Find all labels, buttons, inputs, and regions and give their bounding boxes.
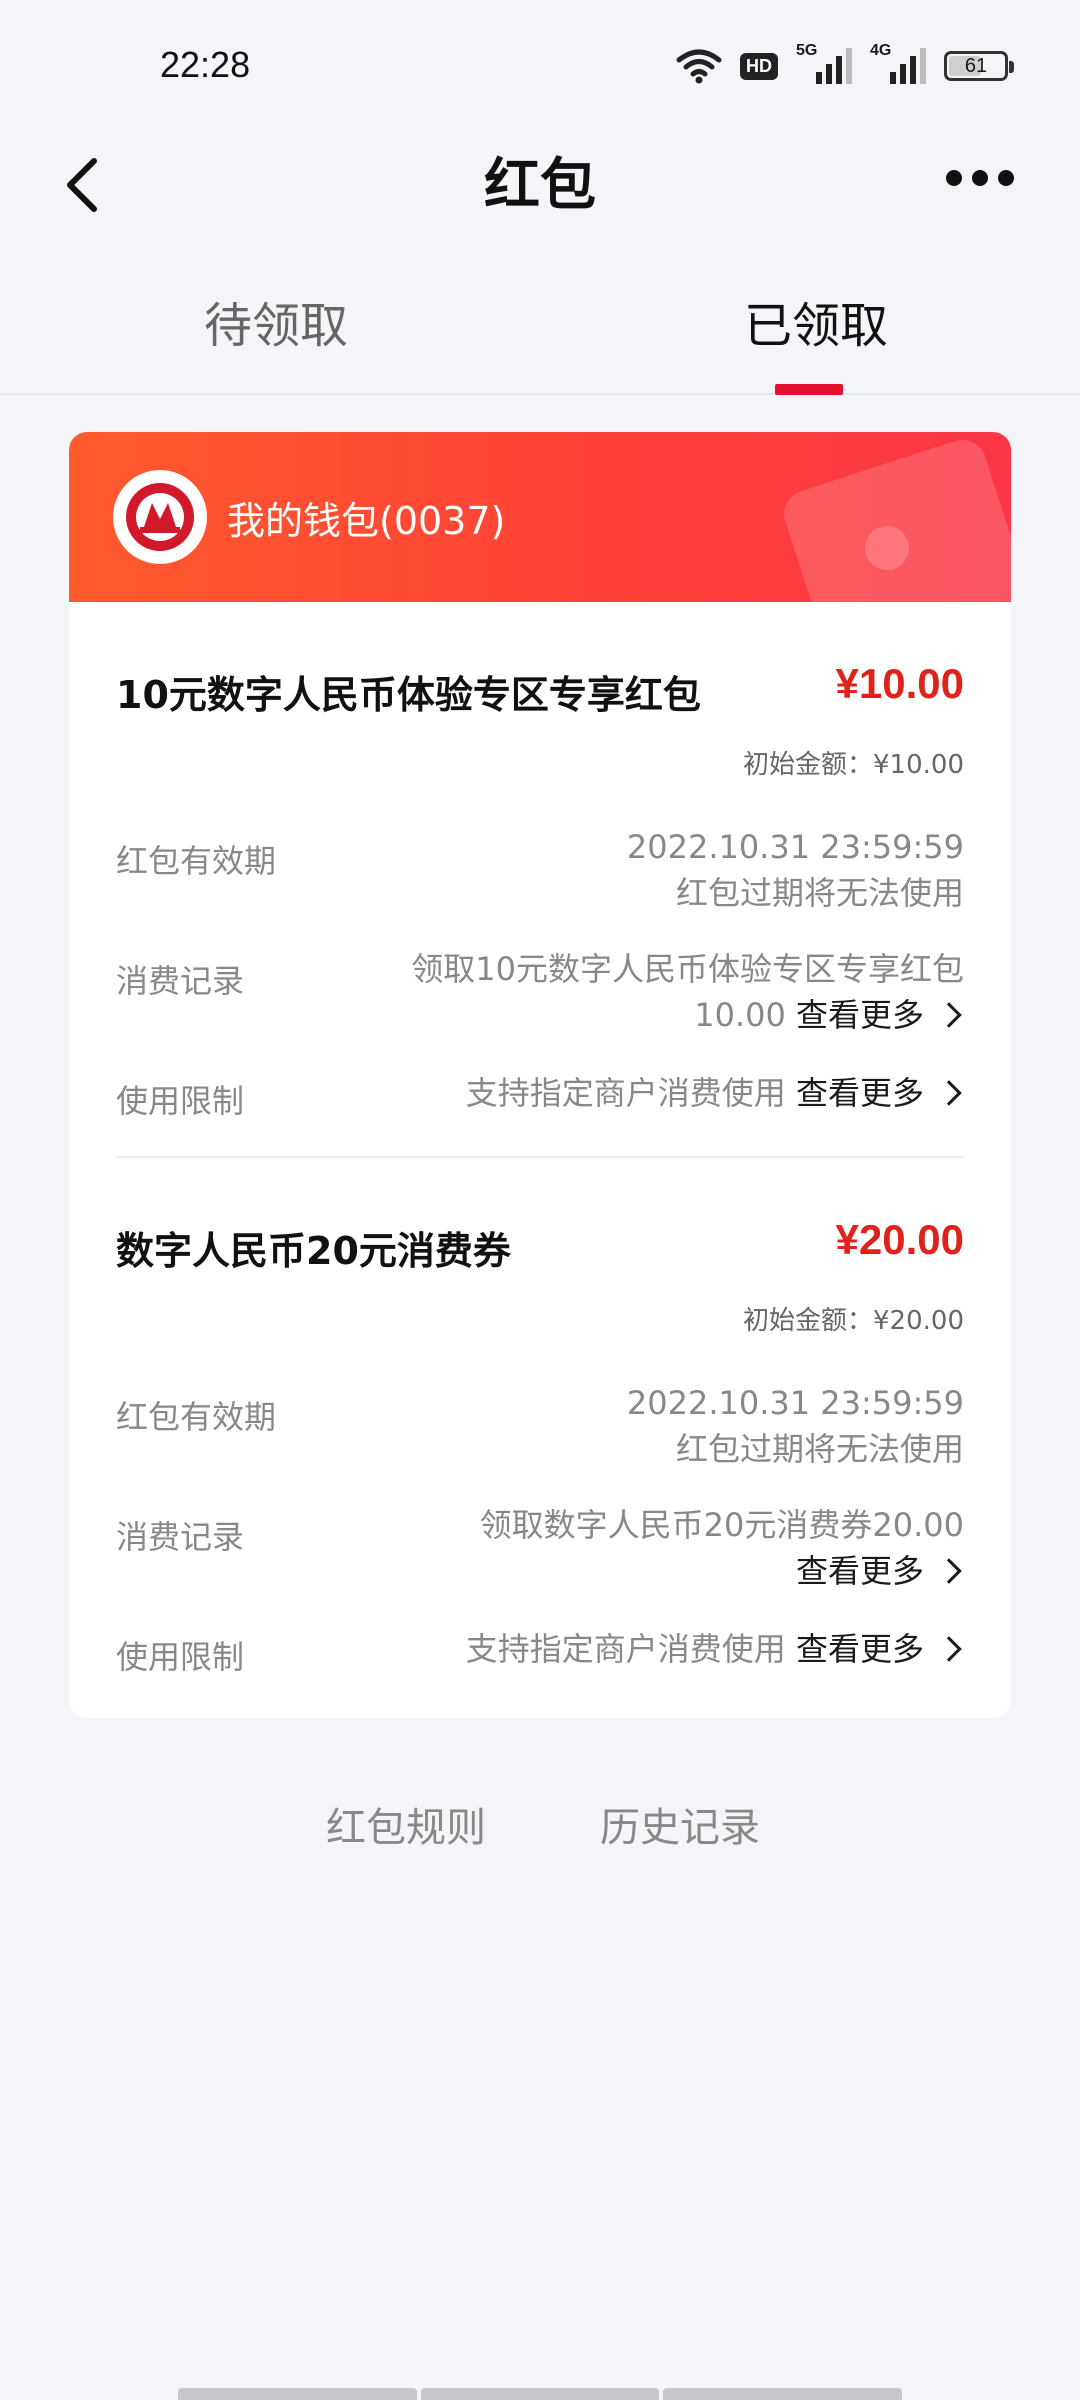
packet-item: 10元数字人民币体验专区专享红包 ¥10.00 初始金额：¥10.00 红包有效… xyxy=(116,660,964,1144)
limit-label: 使用限制 xyxy=(116,1082,245,1120)
more-dots-icon xyxy=(946,170,962,186)
wallet-header: 我的钱包(0037) xyxy=(69,432,1011,602)
signal-5g-label: 5G xyxy=(796,42,818,59)
record-value: 领取数字人民币20元消费券20.00 查看更多 xyxy=(480,1502,964,1594)
history-link[interactable]: 历史记录 xyxy=(600,1795,760,1853)
validity-label: 红包有效期 xyxy=(116,842,277,880)
validity-date: 2022.10.31 23:59:59 xyxy=(626,1384,964,1422)
bank-logo-icon xyxy=(113,470,207,564)
see-more-label: 查看更多 xyxy=(795,996,924,1034)
wallet-card: 我的钱包(0037) 10元数字人民币体验专区专享红包 ¥10.00 初始金额：… xyxy=(69,432,1011,1718)
tab-active-indicator xyxy=(775,384,843,395)
limit-text: 支持指定商户消费使用 xyxy=(465,1074,786,1112)
record-value: 领取10元数字人民币体验专区专享红包 10.00 查看更多 xyxy=(411,946,964,1038)
validity-value: 2022.10.31 23:59:59 红包过期将无法使用 xyxy=(627,1380,964,1472)
battery-icon: 61 xyxy=(944,51,1014,81)
decoration-dot xyxy=(865,526,909,570)
tab-pending[interactable]: 待领取 xyxy=(204,286,348,356)
record-amount: 10.00 xyxy=(694,996,786,1034)
packet-title: 10元数字人民币体验专区专享红包 xyxy=(116,673,701,717)
record-text: 领取数字人民币20元消费券20.00 xyxy=(479,1506,964,1544)
more-button[interactable] xyxy=(946,170,1014,186)
record-label: 消费记录 xyxy=(116,1518,245,1556)
validity-note: 红包过期将无法使用 xyxy=(675,1430,964,1468)
packet-amount: ¥10.00 xyxy=(835,660,964,707)
packet-item: 数字人民币20元消费券 ¥20.00 初始金额：¥20.00 红包有效期 202… xyxy=(116,1216,964,1700)
chevron-right-icon xyxy=(936,1558,962,1584)
chevron-right-icon xyxy=(936,1080,962,1106)
see-more-label: 查看更多 xyxy=(795,1552,924,1590)
limit-see-more-link[interactable]: 查看更多 xyxy=(796,1070,964,1116)
gesture-bar[interactable] xyxy=(178,2388,903,2400)
validity-date: 2022.10.31 23:59:59 xyxy=(626,828,964,866)
status-time: 22:28 xyxy=(160,44,251,85)
status-icons: HD 5G 4G 61 xyxy=(676,42,1014,86)
rules-link[interactable]: 红包规则 xyxy=(326,1795,486,1853)
status-bar: 22:28 HD 5G 4G 61 xyxy=(0,0,1080,130)
signal-5g-icon: 5G xyxy=(796,42,852,84)
nav-header: 红包 xyxy=(0,130,1080,240)
record-see-more-link[interactable]: 查看更多 xyxy=(796,1548,964,1594)
limit-value: 支持指定商户消费使用 查看更多 xyxy=(466,1626,964,1672)
initial-amount: 初始金额：¥20.00 xyxy=(743,1306,964,1336)
limit-label: 使用限制 xyxy=(116,1638,245,1676)
validity-label: 红包有效期 xyxy=(116,1398,277,1436)
wallet-name: 我的钱包(0037) xyxy=(227,499,506,543)
record-see-more-link[interactable]: 查看更多 xyxy=(796,992,964,1038)
tab-bar: 待领取 已领取 xyxy=(0,260,1080,395)
tab-received[interactable]: 已领取 xyxy=(744,286,888,356)
limit-text: 支持指定商户消费使用 xyxy=(465,1630,786,1668)
see-more-label: 查看更多 xyxy=(795,1630,924,1668)
signal-4g-label: 4G xyxy=(870,42,892,59)
wifi-icon xyxy=(676,49,722,84)
validity-value: 2022.10.31 23:59:59 红包过期将无法使用 xyxy=(627,824,964,916)
packet-amount: ¥20.00 xyxy=(835,1216,964,1263)
footer-links: 红包规则 历史记录 xyxy=(0,1795,1080,1855)
see-more-label: 查看更多 xyxy=(795,1074,924,1112)
limit-see-more-link[interactable]: 查看更多 xyxy=(796,1626,964,1672)
validity-note: 红包过期将无法使用 xyxy=(675,874,964,912)
page-title: 红包 xyxy=(484,153,596,218)
signal-4g-icon: 4G xyxy=(870,42,926,84)
record-text: 领取10元数字人民币体验专区专享红包 xyxy=(411,950,964,988)
chevron-right-icon xyxy=(936,1002,962,1028)
record-label: 消费记录 xyxy=(116,962,245,1000)
packet-title: 数字人民币20元消费券 xyxy=(116,1229,511,1273)
packet-divider xyxy=(116,1156,964,1158)
hd-icon: HD xyxy=(740,52,778,80)
battery-level: 61 xyxy=(964,54,988,77)
red-envelope-decoration xyxy=(777,433,1011,602)
limit-value: 支持指定商户消费使用 查看更多 xyxy=(466,1070,964,1116)
initial-amount: 初始金额：¥10.00 xyxy=(743,750,964,780)
chevron-right-icon xyxy=(936,1636,962,1662)
